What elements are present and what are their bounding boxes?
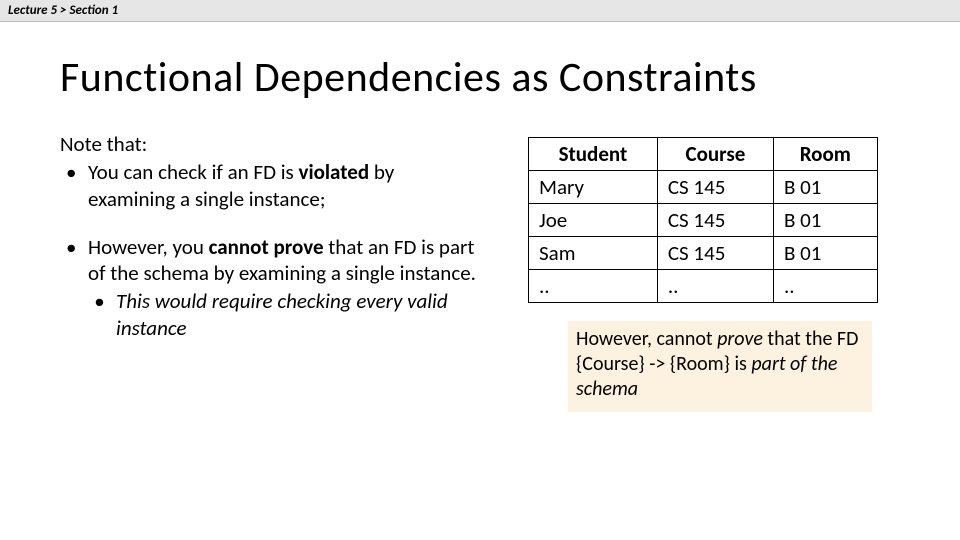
breadcrumb: Lecture 5 > Section 1 xyxy=(0,0,960,22)
bullet1-bold: violated xyxy=(299,159,370,185)
table-row: .. .. .. xyxy=(529,270,878,303)
bullet1-pre: You can check if an FD is xyxy=(88,159,299,185)
data-table: Student Course Room Mary CS 145 B 01 Joe… xyxy=(528,137,878,303)
slide-title: Functional Dependencies as Constraints xyxy=(60,52,900,103)
right-column: Student Course Room Mary CS 145 B 01 Joe… xyxy=(520,131,900,412)
cell-course: CS 145 xyxy=(657,171,773,204)
bullet2-pre: However, you xyxy=(88,234,209,260)
cell-course: CS 145 xyxy=(657,204,773,237)
th-course: Course xyxy=(657,138,773,171)
bullet-item-1: You can check if an FD is violated by ex… xyxy=(60,159,480,212)
cell-room: B 01 xyxy=(773,204,877,237)
left-column: Note that: You can check if an FD is vio… xyxy=(60,131,480,412)
content-columns: Note that: You can check if an FD is vio… xyxy=(60,131,900,412)
sub-bullet-list: This would require checking every valid … xyxy=(88,288,480,341)
cell-student: Joe xyxy=(529,204,658,237)
cell-room: B 01 xyxy=(773,171,877,204)
cell-course: .. xyxy=(657,270,773,303)
cell-room: B 01 xyxy=(773,237,877,270)
bullet-list: You can check if an FD is violated by ex… xyxy=(60,159,480,341)
table-row: Joe CS 145 B 01 xyxy=(529,204,878,237)
callout-pre: However, cannot xyxy=(576,327,717,351)
cell-room: .. xyxy=(773,270,877,303)
table-header-row: Student Course Room xyxy=(529,138,878,171)
cell-course: CS 145 xyxy=(657,237,773,270)
cell-student: Sam xyxy=(529,237,658,270)
bullet-item-2: However, you cannot prove that an FD is … xyxy=(60,234,480,341)
sub-bullet-item: This would require checking every valid … xyxy=(88,288,480,341)
slide-body: Functional Dependencies as Constraints N… xyxy=(0,22,960,412)
bullet2-bold: cannot prove xyxy=(209,234,324,260)
callout-box: However, cannot prove that the FD {Cours… xyxy=(568,321,872,412)
table-row: Sam CS 145 B 01 xyxy=(529,237,878,270)
th-room: Room xyxy=(773,138,877,171)
cell-student: Mary xyxy=(529,171,658,204)
table-row: Mary CS 145 B 01 xyxy=(529,171,878,204)
th-student: Student xyxy=(529,138,658,171)
callout-prove: prove xyxy=(717,327,763,351)
cell-student: .. xyxy=(529,270,658,303)
note-intro: Note that: xyxy=(60,131,480,157)
